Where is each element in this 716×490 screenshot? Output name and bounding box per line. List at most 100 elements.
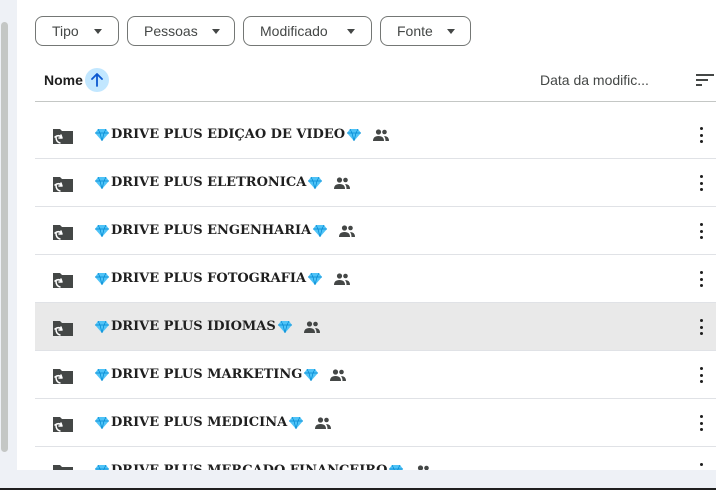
file-name-text: DRIVE PLUS FOTOGRAFIA (111, 271, 307, 286)
dot (699, 325, 703, 329)
people-icon (373, 128, 390, 141)
gem-icon (95, 464, 109, 470)
dot (699, 284, 703, 287)
dot (699, 277, 703, 281)
dot (699, 181, 703, 185)
file-name[interactable]: DRIVE PLUS IDIOMAS (93, 303, 320, 350)
filter-chips: Tipo Pessoas Modificado Fonte (35, 16, 471, 46)
gem-icon (95, 176, 109, 189)
people-icon (334, 272, 351, 285)
dot (699, 271, 703, 274)
file-row[interactable]: DRIVE PLUS ENGENHARIA (35, 207, 716, 255)
file-name[interactable]: DRIVE PLUS MERCADO FINANCEIRO (93, 447, 431, 470)
file-row[interactable]: DRIVE PLUS EDIÇAO DE VIDEO (35, 111, 716, 159)
dot (699, 463, 703, 466)
arrow-up-icon (91, 73, 103, 87)
gem-icon (95, 128, 109, 141)
gem-icon (304, 368, 319, 381)
file-name[interactable]: DRIVE PLUS MARKETING (93, 351, 347, 398)
dot (699, 373, 703, 377)
sort-direction-button[interactable] (85, 68, 109, 92)
file-row[interactable]: DRIVE PLUS IDIOMAS (35, 303, 716, 351)
dot (699, 229, 703, 233)
shortcut-folder-icon (53, 225, 73, 240)
dot (699, 133, 703, 137)
caret-down-icon (94, 28, 102, 34)
file-list-panel: Tipo Pessoas Modificado Fonte Nome Data … (17, 0, 716, 470)
filter-people-chip[interactable]: Pessoas (127, 16, 235, 46)
dot (699, 175, 703, 178)
shortcut-folder-icon (53, 465, 73, 470)
name-column-header[interactable]: Nome (44, 72, 83, 88)
people-icon (315, 416, 332, 429)
file-name[interactable]: DRIVE PLUS EDIÇAO DE VIDEO (93, 111, 390, 158)
shortcut-folder-icon (53, 177, 73, 192)
filter-source-chip[interactable]: Fonte (380, 16, 471, 46)
filter-modified-label: Modificado (260, 23, 328, 39)
more-actions-button[interactable] (693, 415, 709, 431)
dot (699, 332, 703, 335)
more-actions-button[interactable] (693, 271, 709, 287)
more-actions-button[interactable] (693, 367, 709, 383)
more-actions-button[interactable] (693, 223, 709, 239)
gem-icon (95, 368, 109, 381)
people-icon (330, 368, 347, 381)
more-actions-button[interactable] (693, 463, 709, 470)
file-name[interactable]: DRIVE PLUS MEDICINA (93, 399, 332, 446)
caret-down-icon (211, 28, 220, 34)
dot (699, 236, 703, 239)
more-actions-button[interactable] (693, 319, 709, 335)
file-name[interactable]: DRIVE PLUS ELETRONICA (93, 159, 351, 206)
gem-icon (389, 464, 404, 470)
date-modified-column-header[interactable]: Data da modific... (540, 72, 649, 88)
dot (699, 469, 703, 470)
more-actions-button[interactable] (693, 175, 709, 191)
gem-icon (95, 416, 109, 429)
dot (699, 367, 703, 370)
people-icon (303, 320, 320, 333)
file-name-text: DRIVE PLUS EDIÇAO DE VIDEO (111, 127, 346, 142)
file-name-text: DRIVE PLUS MARKETING (111, 367, 303, 382)
file-name-text: DRIVE PLUS ENGENHARIA (111, 223, 312, 238)
caret-down-icon (347, 28, 355, 34)
file-row[interactable]: DRIVE PLUS ELETRONICA (35, 159, 716, 207)
file-name-text: DRIVE PLUS IDIOMAS (111, 319, 276, 334)
file-name-text: DRIVE PLUS ELETRONICA (111, 175, 307, 190)
file-row[interactable]: DRIVE PLUS MEDICINA (35, 399, 716, 447)
filter-source-label: Fonte (397, 23, 433, 39)
gem-icon (308, 176, 323, 189)
filter-type-chip[interactable]: Tipo (35, 16, 119, 46)
scrollbar-thumb[interactable] (1, 22, 8, 452)
dot (699, 415, 703, 418)
filter-people-label: Pessoas (144, 23, 198, 39)
file-name[interactable]: DRIVE PLUS FOTOGRAFIA (93, 255, 351, 302)
filter-modified-chip[interactable]: Modificado (243, 16, 372, 46)
file-row[interactable]: DRIVE PLUS MERCADO FINANCEIRO (35, 447, 716, 470)
people-icon (334, 176, 351, 189)
file-name[interactable]: DRIVE PLUS ENGENHARIA (93, 207, 356, 254)
dot (699, 428, 703, 431)
filter-type-label: Tipo (52, 23, 79, 39)
gem-icon (95, 320, 109, 333)
file-row[interactable]: DRIVE PLUS MARKETING (35, 351, 716, 399)
shortcut-folder-icon (53, 321, 73, 336)
gem-icon (308, 272, 323, 285)
caret-down-icon (446, 28, 455, 34)
more-actions-button[interactable] (693, 127, 709, 143)
dot (699, 188, 703, 191)
shortcut-folder-icon (53, 417, 73, 432)
file-name-text: DRIVE PLUS MEDICINA (111, 415, 288, 430)
gem-icon (313, 224, 328, 237)
dot (699, 319, 703, 322)
people-icon (418, 464, 430, 470)
file-row[interactable]: DRIVE PLUS FOTOGRAFIA (35, 255, 716, 303)
shortcut-folder-icon (53, 369, 73, 384)
list-header: Nome Data da modific... (35, 62, 716, 102)
bottom-gutter (0, 470, 716, 490)
left-gutter (0, 0, 17, 490)
dot (699, 421, 703, 425)
gem-icon (95, 272, 109, 285)
dot (699, 223, 703, 226)
sort-lines-icon[interactable] (695, 72, 715, 88)
gem-icon (277, 320, 292, 333)
